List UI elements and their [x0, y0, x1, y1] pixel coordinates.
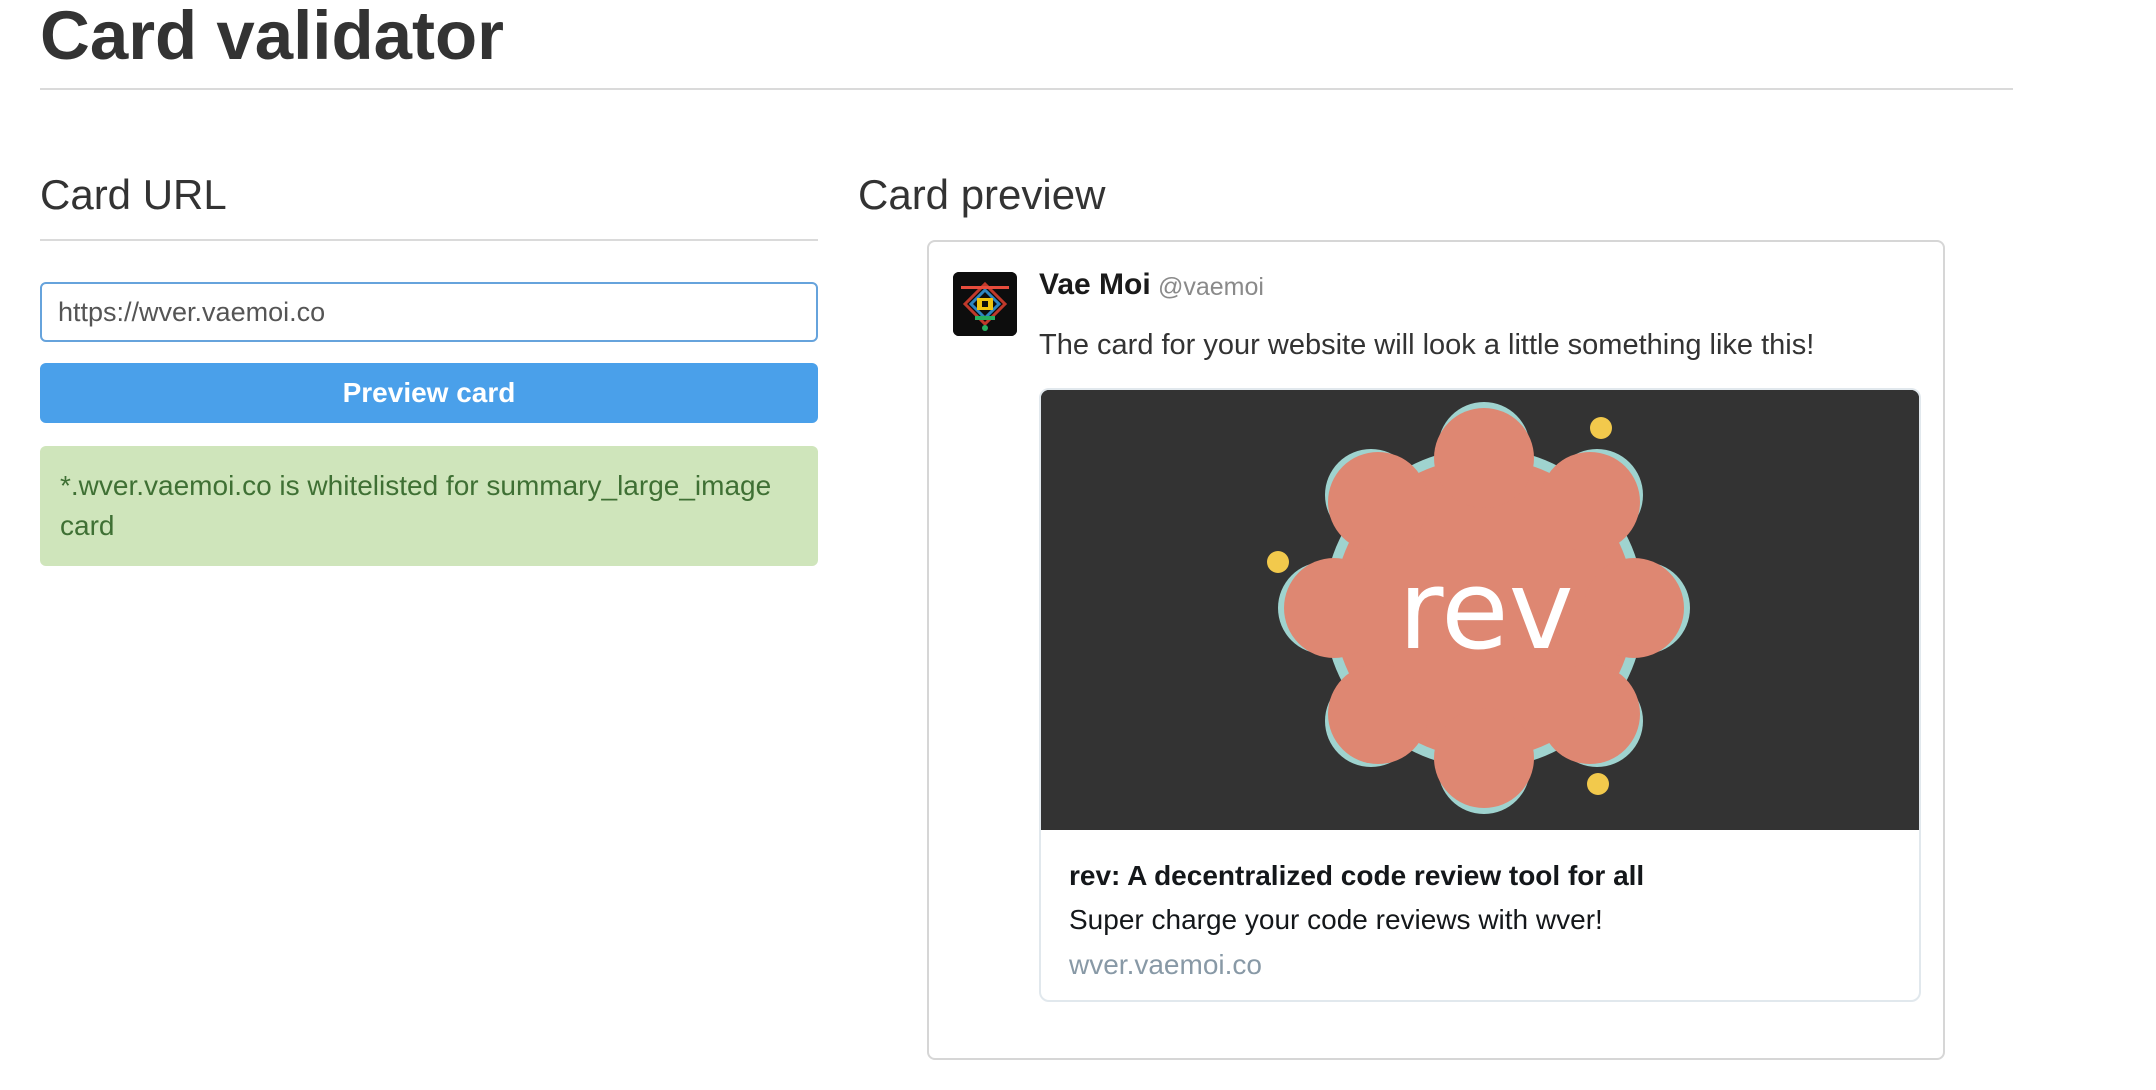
card-url-input[interactable]	[40, 282, 818, 342]
page-title: Card validator	[40, 0, 504, 74]
card-url-heading: Card URL	[40, 171, 227, 218]
tweet-author-name[interactable]: Vae Moi	[1039, 268, 1151, 302]
card-domain: wver.vaemoi.co	[1069, 949, 1262, 980]
card-title: rev: A decentralized code review tool fo…	[1069, 860, 1645, 891]
badge-text: rev	[1398, 546, 1574, 674]
card-preview-heading: Card preview	[858, 171, 1106, 218]
title-divider	[40, 88, 2013, 90]
tweet-author-handle[interactable]: @vaemoi	[1158, 273, 1264, 302]
avatar	[953, 272, 1017, 336]
card-image: rev	[1041, 390, 1919, 830]
tweet-text: The card for your website will look a li…	[1039, 329, 1815, 361]
whitelist-status-alert: *.wver.vaemoi.co is whitelisted for summ…	[40, 446, 818, 566]
card-url-divider	[40, 239, 818, 241]
pixel-logo-avatar-icon	[953, 272, 1017, 336]
rev-badge-image: rev	[1041, 390, 1919, 830]
link-card[interactable]: rev rev: A decentralized code review too…	[1039, 388, 1921, 1002]
card-description: Super charge your code reviews with wver…	[1069, 904, 1603, 935]
preview-card-button[interactable]: Preview card	[40, 363, 818, 423]
